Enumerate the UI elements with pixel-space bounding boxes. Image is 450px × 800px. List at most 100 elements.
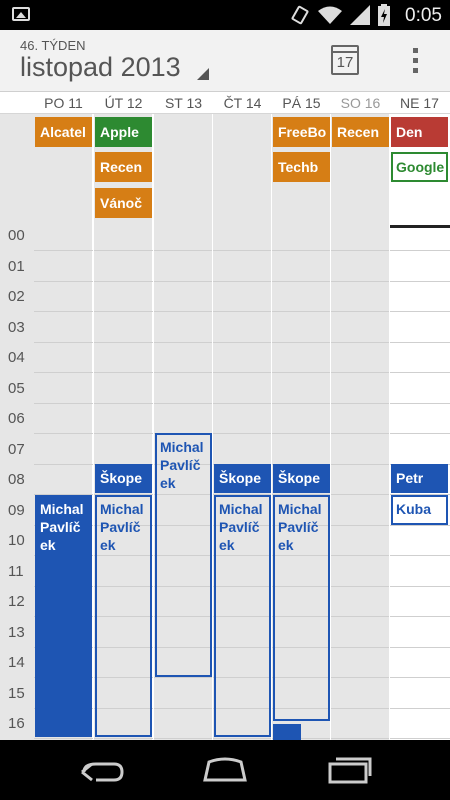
day-header-2[interactable]: ÚT 12 bbox=[94, 95, 153, 111]
status-icons bbox=[290, 4, 390, 26]
calendar-event[interactable]: Petr bbox=[391, 464, 448, 493]
back-icon[interactable] bbox=[70, 752, 130, 788]
day-header-3[interactable]: ST 13 bbox=[154, 95, 213, 111]
hour-label: 16 bbox=[8, 715, 25, 732]
hour-label: 14 bbox=[8, 654, 25, 671]
calendar-event[interactable]: Škope bbox=[273, 464, 330, 493]
month-label[interactable]: listopad 2013 bbox=[20, 52, 181, 83]
all-day-column[interactable] bbox=[213, 114, 271, 222]
current-time-indicator bbox=[390, 225, 450, 228]
column-separator bbox=[271, 222, 272, 740]
hour-label: 13 bbox=[8, 623, 25, 641]
event-title-line: Michal bbox=[278, 501, 322, 517]
day-header: PO 11 ÚT 12 ST 13 ČT 14 PÁ 15 SO 16 NE 17 bbox=[0, 92, 450, 114]
hour-label: 04 bbox=[8, 349, 25, 366]
event-title: Škope bbox=[278, 470, 321, 486]
all-day-event[interactable]: Den bbox=[391, 117, 448, 147]
hour-gridline bbox=[34, 341, 450, 343]
all-day-event[interactable]: Recen bbox=[95, 152, 152, 182]
calendar-event[interactable]: Kuba bbox=[391, 495, 448, 525]
event-title-line: ek bbox=[278, 537, 294, 553]
all-day-event[interactable]: Vánoč bbox=[95, 188, 152, 218]
hour-gridline bbox=[34, 433, 450, 434]
hour-gridline bbox=[34, 311, 450, 312]
hour-label: 15 bbox=[8, 684, 25, 702]
day-header-6[interactable]: SO 16 bbox=[331, 95, 390, 111]
status-time: 0:05 bbox=[405, 5, 442, 26]
day-header-7[interactable]: NE 17 bbox=[390, 95, 449, 111]
calendar-event[interactable]: Michal Pavlíč ek bbox=[35, 495, 92, 737]
day-column[interactable] bbox=[331, 222, 389, 740]
calendar-event[interactable]: Michal Pavlíč ek bbox=[273, 495, 330, 721]
column-separator bbox=[330, 222, 331, 740]
event-title-line: Michal bbox=[100, 501, 144, 517]
column-separator bbox=[389, 222, 390, 740]
all-day-event[interactable]: Recen bbox=[332, 117, 389, 147]
hour-gridline bbox=[34, 250, 450, 251]
status-bar: 0:05 bbox=[0, 0, 450, 30]
calendar-event[interactable]: Michal Pavlíč ek bbox=[95, 495, 152, 737]
hour-label: 09 bbox=[8, 501, 25, 519]
event-title-line: Pavlíč bbox=[278, 519, 319, 535]
hour-gridline bbox=[34, 280, 450, 282]
event-title-line: Michal bbox=[40, 501, 84, 517]
hour-gridline bbox=[34, 402, 450, 404]
event-title-line: Pavlíč bbox=[219, 519, 260, 535]
today-number: 17 bbox=[336, 54, 354, 71]
battery-charging-icon bbox=[378, 4, 390, 26]
hour-label: 02 bbox=[8, 288, 25, 305]
all-day-event[interactable]: Apple bbox=[95, 117, 152, 147]
recents-icon[interactable] bbox=[320, 752, 380, 788]
event-title-line: ek bbox=[40, 537, 56, 553]
event-title-line: Pavlíč bbox=[40, 519, 81, 535]
all-day-event[interactable]: FreeBo bbox=[273, 117, 330, 147]
time-grid[interactable]: 00 01 02 03 04 05 06 07 08 09 10 11 12 13 14 15 16 Michal… bbox=[0, 222, 450, 740]
calendar-event[interactable]: Michal Pavlíč ek bbox=[155, 433, 212, 677]
rotate-icon bbox=[291, 5, 309, 25]
column-separator bbox=[153, 222, 154, 740]
all-day-event[interactable]: Techb bbox=[273, 152, 330, 182]
event-title: Škope bbox=[219, 470, 262, 486]
all-day-column[interactable] bbox=[154, 114, 212, 222]
event-title-line: ek bbox=[100, 537, 116, 553]
calendar-event-stub[interactable] bbox=[273, 724, 301, 740]
all-day-event[interactable]: Google bbox=[391, 152, 448, 182]
navigation-bar bbox=[0, 740, 450, 800]
event-title: Škope bbox=[100, 470, 143, 486]
day-header-5[interactable]: PÁ 15 bbox=[272, 95, 331, 111]
event-title-line: ek bbox=[219, 537, 235, 553]
event-title-line: ek bbox=[160, 475, 176, 491]
event-title-line: Michal bbox=[219, 501, 263, 517]
event-title-line: Michal bbox=[160, 439, 204, 455]
week-label[interactable]: 46. TÝDEN bbox=[20, 38, 86, 53]
hour-label: 10 bbox=[8, 532, 25, 549]
all-day-event[interactable]: Alcatel bbox=[35, 117, 92, 147]
action-bar: 46. TÝDEN listopad 2013 17 bbox=[0, 30, 450, 92]
all-day-area: Alcatel Apple Recen Vánoč FreeBo Techb Recen De… bbox=[0, 114, 450, 222]
view-dropdown-caret-icon[interactable] bbox=[197, 68, 209, 80]
event-title-line: Pavlíč bbox=[160, 457, 201, 473]
hour-label: 12 bbox=[8, 593, 25, 610]
hour-label: 00 bbox=[8, 227, 25, 244]
column-separator bbox=[93, 222, 94, 740]
hour-label: 01 bbox=[8, 257, 25, 275]
day-header-4[interactable]: ČT 14 bbox=[213, 95, 272, 111]
calendar-event[interactable]: Michal Pavlíč ek bbox=[214, 495, 271, 737]
hour-label: 03 bbox=[8, 318, 25, 336]
column-separator bbox=[212, 222, 213, 740]
today-button[interactable]: 17 bbox=[331, 45, 359, 75]
day-header-1[interactable]: PO 11 bbox=[34, 95, 93, 111]
hour-label: 11 bbox=[8, 562, 24, 580]
hour-label: 08 bbox=[8, 471, 25, 488]
event-title-line: Pavlíč bbox=[100, 519, 141, 535]
overflow-menu-icon[interactable] bbox=[405, 48, 425, 78]
event-title: Kuba bbox=[396, 501, 431, 517]
hour-label: 07 bbox=[8, 440, 25, 458]
home-icon[interactable] bbox=[195, 752, 255, 788]
event-title: Petr bbox=[396, 470, 424, 486]
signal-icon bbox=[350, 5, 370, 25]
all-day-gutter bbox=[0, 114, 34, 222]
calendar-event[interactable]: Škope bbox=[214, 464, 271, 493]
wifi-icon bbox=[318, 6, 342, 24]
calendar-event[interactable]: Škope bbox=[95, 464, 152, 493]
